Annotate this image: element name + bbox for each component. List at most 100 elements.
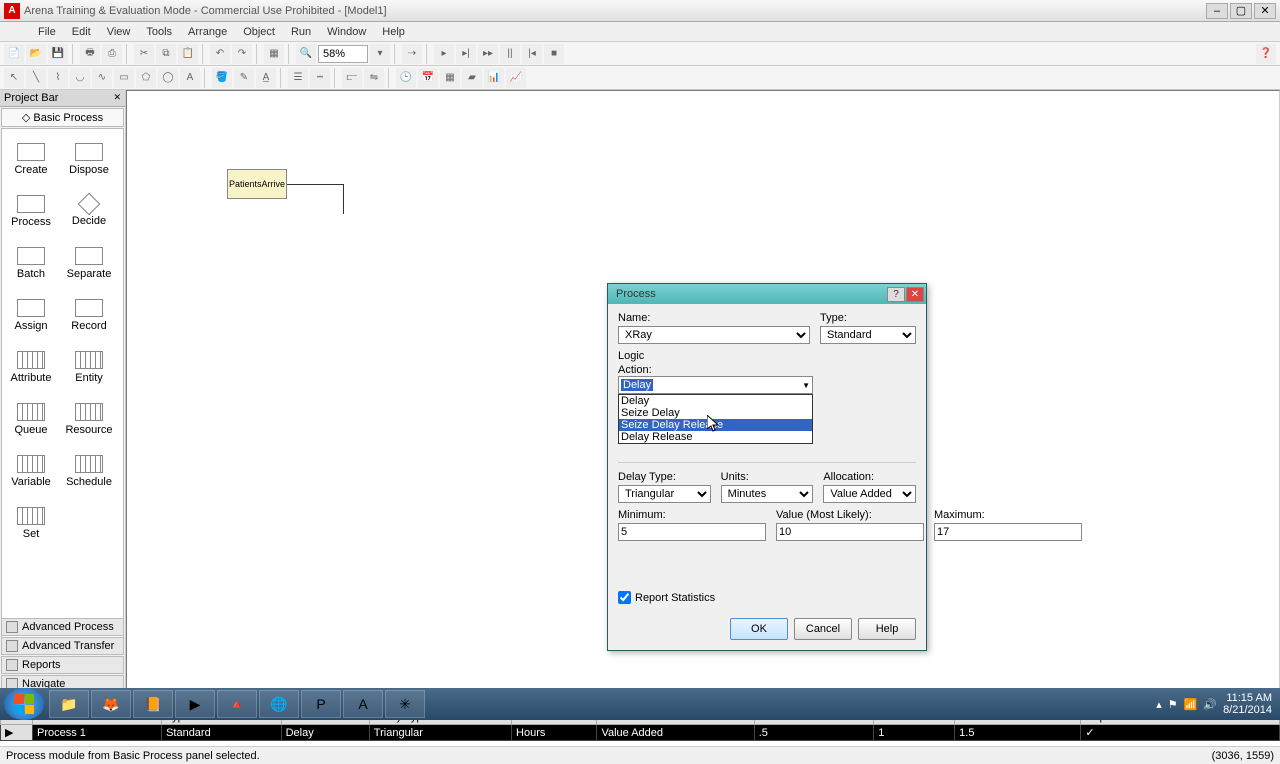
start-over-icon[interactable]: |◂ — [522, 44, 542, 64]
action-option-seize-delay-release[interactable]: Seize Delay Release — [619, 419, 812, 431]
model-canvas[interactable]: PatientsArrive Process ? ✕ Name: XRay — [126, 90, 1280, 694]
cut-icon[interactable]: ✂ — [134, 44, 154, 64]
zoom-icon[interactable]: 🔍 — [296, 44, 316, 64]
redo-icon[interactable]: ↷ — [232, 44, 252, 64]
panel-basic-process[interactable]: ◇ Basic Process — [1, 108, 124, 127]
pointer-icon[interactable]: ↖ — [4, 68, 24, 88]
taskbar-arena-icon[interactable]: A — [343, 690, 383, 718]
bezier-icon[interactable]: ∿ — [92, 68, 112, 88]
textcolor-icon[interactable]: A̲ — [256, 68, 276, 88]
animate-plot-icon[interactable]: 📈 — [506, 68, 526, 88]
action-option-delay-release[interactable]: Delay Release — [619, 431, 812, 443]
input-minimum[interactable] — [618, 523, 766, 541]
context-help-icon[interactable]: ❓ — [1256, 44, 1276, 64]
action-option-delay[interactable]: Delay — [619, 395, 812, 407]
tray-flag-icon[interactable]: ⚑ — [1168, 698, 1178, 711]
block-patients-arrive[interactable]: PatientsArrive — [227, 169, 287, 199]
panel-advanced-transfer[interactable]: Advanced Transfer — [1, 637, 124, 655]
project-bar-close-icon[interactable]: ✕ — [113, 92, 121, 104]
cancel-button[interactable]: Cancel — [794, 618, 852, 640]
taskbar-office-icon[interactable]: 📙 — [133, 690, 173, 718]
minimize-button[interactable]: – — [1206, 3, 1228, 19]
module-attribute[interactable]: Attribute — [2, 341, 60, 393]
taskbar-firefox-icon[interactable]: 🦊 — [91, 690, 131, 718]
polyline-icon[interactable]: ⌇ — [48, 68, 68, 88]
module-set[interactable]: Set — [2, 497, 60, 549]
ellipse-icon[interactable]: ◯ — [158, 68, 178, 88]
zoom-dropdown-icon[interactable]: ▾ — [370, 44, 390, 64]
checkbox-report-statistics[interactable] — [618, 591, 631, 604]
input-value[interactable] — [776, 523, 924, 541]
tray-volume-icon[interactable]: 🔊 — [1203, 698, 1217, 711]
undo-icon[interactable]: ↶ — [210, 44, 230, 64]
menu-run[interactable]: Run — [283, 26, 319, 38]
open-icon[interactable]: 📂 — [26, 44, 46, 64]
linewidth-icon[interactable]: ☰ — [288, 68, 308, 88]
zoom-input[interactable] — [318, 45, 368, 63]
ok-button[interactable]: OK — [730, 618, 788, 640]
paste-icon[interactable]: 📋 — [178, 44, 198, 64]
input-name[interactable]: XRay — [618, 326, 810, 344]
print-icon[interactable]: 🖶 — [80, 44, 100, 64]
line-icon[interactable]: ╲ — [26, 68, 46, 88]
save-icon[interactable]: 💾 — [48, 44, 68, 64]
arc-icon[interactable]: ◡ — [70, 68, 90, 88]
fillcolor-icon[interactable]: 🪣 — [212, 68, 232, 88]
copy-icon[interactable]: ⧉ — [156, 44, 176, 64]
connect-icon[interactable]: ⇢ — [402, 44, 422, 64]
panel-reports[interactable]: Reports — [1, 656, 124, 674]
menu-object[interactable]: Object — [235, 26, 283, 38]
tray-up-icon[interactable]: ▴ — [1156, 698, 1162, 711]
close-button[interactable]: ✕ — [1254, 3, 1276, 19]
taskbar-explorer-icon[interactable]: 📁 — [49, 690, 89, 718]
dialog-help-icon[interactable]: ? — [887, 287, 905, 302]
animate-date-icon[interactable]: 📅 — [418, 68, 438, 88]
animate-hist-icon[interactable]: 📊 — [484, 68, 504, 88]
taskbar-media-icon[interactable]: ▶ — [175, 690, 215, 718]
menu-file[interactable]: File — [30, 26, 64, 38]
maximize-button[interactable]: ▢ — [1230, 3, 1252, 19]
input-delay-type[interactable]: Triangular — [618, 485, 711, 503]
system-clock[interactable]: 11:15 AM 8/21/2014 — [1223, 692, 1272, 716]
help-button[interactable]: Help — [858, 618, 916, 640]
linecolor-icon[interactable]: ✎ — [234, 68, 254, 88]
animate-var-icon[interactable]: ▦ — [440, 68, 460, 88]
menu-tools[interactable]: Tools — [138, 26, 180, 38]
module-dispose[interactable]: Dispose — [60, 133, 118, 185]
start-button[interactable] — [4, 688, 44, 720]
fastfwd-icon[interactable]: ▸▸ — [478, 44, 498, 64]
input-allocation[interactable]: Value Added — [823, 485, 916, 503]
module-icon[interactable]: ▦ — [264, 44, 284, 64]
tray-network-icon[interactable]: 📶 — [1184, 698, 1198, 711]
taskbar-app-icon[interactable]: ✳ — [385, 690, 425, 718]
new-icon[interactable]: 📄 — [4, 44, 24, 64]
menu-view[interactable]: View — [99, 26, 139, 38]
taskbar-ie-icon[interactable]: 🌐 — [259, 690, 299, 718]
align-icon[interactable]: ⫍ — [342, 68, 362, 88]
module-batch[interactable]: Batch — [2, 237, 60, 289]
pause-icon[interactable]: || — [500, 44, 520, 64]
linestyle-icon[interactable]: ┅ — [310, 68, 330, 88]
table-row[interactable]: ▶ Process 1 Standard Delay Triangular Ho… — [1, 725, 1280, 741]
box-icon[interactable]: ▭ — [114, 68, 134, 88]
preview-icon[interactable]: ⎙ — [102, 44, 122, 64]
module-separate[interactable]: Separate — [60, 237, 118, 289]
text-icon[interactable]: A — [180, 68, 200, 88]
menu-arrange[interactable]: Arrange — [180, 26, 235, 38]
taskbar-powerpoint-icon[interactable]: P — [301, 690, 341, 718]
animate-clock-icon[interactable]: 🕒 — [396, 68, 416, 88]
module-process[interactable]: Process — [2, 185, 60, 237]
dialog-close-icon[interactable]: ✕ — [906, 287, 924, 302]
module-create[interactable]: Create — [2, 133, 60, 185]
menu-edit[interactable]: Edit — [64, 26, 99, 38]
module-decide[interactable]: Decide — [60, 185, 118, 237]
module-entity[interactable]: Entity — [60, 341, 118, 393]
taskbar-vlc-icon[interactable]: 🔺 — [217, 690, 257, 718]
chevron-down-icon[interactable]: ▼ — [802, 381, 810, 390]
polygon-icon[interactable]: ⬠ — [136, 68, 156, 88]
module-record[interactable]: Record — [60, 289, 118, 341]
action-option-seize-delay[interactable]: Seize Delay — [619, 407, 812, 419]
menu-help[interactable]: Help — [374, 26, 413, 38]
module-schedule[interactable]: Schedule — [60, 445, 118, 497]
panel-advanced-process[interactable]: Advanced Process — [1, 618, 124, 636]
